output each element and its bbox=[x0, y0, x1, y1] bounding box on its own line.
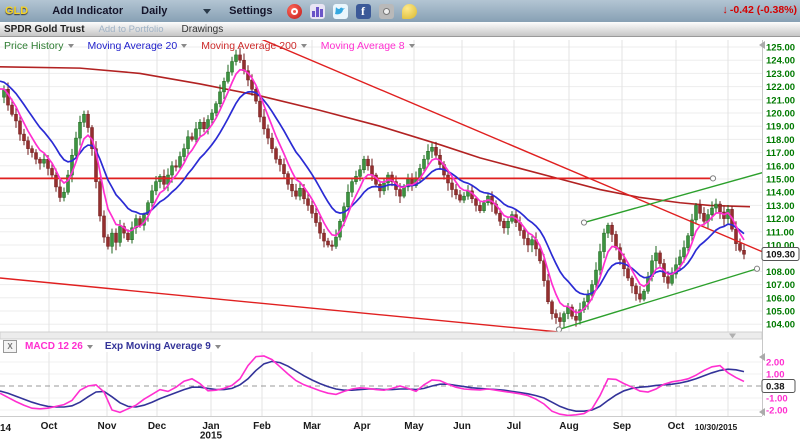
svg-text:117.00: 117.00 bbox=[766, 148, 795, 159]
legend-moving-average-8[interactable]: Moving Average 8 bbox=[321, 40, 415, 52]
camera-icon[interactable] bbox=[379, 4, 394, 19]
chevron-down-icon bbox=[301, 44, 307, 48]
svg-text:Feb: Feb bbox=[253, 421, 271, 432]
facebook-icon[interactable]: f bbox=[356, 4, 371, 19]
svg-text:113.00: 113.00 bbox=[766, 201, 795, 212]
add-indicator-button[interactable]: Add Indicator bbox=[52, 5, 123, 17]
last-price-badge: 109.30 bbox=[762, 248, 799, 261]
alert-icon[interactable] bbox=[287, 4, 302, 19]
svg-text:Jul: Jul bbox=[507, 421, 522, 432]
settings-button[interactable]: Settings bbox=[229, 5, 272, 17]
gridlines bbox=[0, 40, 762, 416]
chevron-down-icon bbox=[181, 44, 187, 48]
svg-text:109.30: 109.30 bbox=[766, 250, 795, 261]
svg-text:119.00: 119.00 bbox=[766, 122, 795, 133]
interval-value: Daily bbox=[141, 5, 167, 17]
change-value: -0.42 (-0.38%) bbox=[730, 4, 797, 16]
svg-text:115.00: 115.00 bbox=[766, 175, 795, 186]
svg-text:112.00: 112.00 bbox=[766, 214, 795, 225]
close-icon[interactable]: X bbox=[3, 340, 17, 353]
macd-value-badge: 0.38 bbox=[762, 380, 795, 393]
svg-text:Nov: Nov bbox=[98, 421, 117, 432]
chat-icon[interactable] bbox=[402, 4, 417, 19]
price-and-macd-chart[interactable]: 104.00105.00106.00107.00108.00110.00111.… bbox=[0, 0, 800, 440]
svg-text:114.00: 114.00 bbox=[766, 188, 795, 199]
legend-price-history[interactable]: Price History bbox=[4, 40, 74, 52]
svg-text:111.00: 111.00 bbox=[766, 227, 794, 238]
svg-text:Oct: Oct bbox=[41, 421, 58, 432]
down-arrow-icon: ↓ bbox=[722, 4, 728, 16]
price-change: ↓-0.42 (-0.38%) bbox=[722, 4, 797, 16]
chart-scrollbar[interactable] bbox=[0, 332, 762, 339]
macd-panel-header: X MACD 12 26 Exp Moving Average 9 bbox=[3, 340, 223, 353]
chevron-down-icon bbox=[68, 44, 74, 48]
svg-text:105.00: 105.00 bbox=[766, 307, 795, 318]
svg-text:Aug: Aug bbox=[559, 421, 578, 432]
charting-application: 104.00105.00106.00107.00108.00110.00111.… bbox=[0, 0, 800, 440]
svg-text:104.00: 104.00 bbox=[766, 320, 795, 331]
svg-text:Dec: Dec bbox=[148, 421, 167, 432]
svg-text:0.38: 0.38 bbox=[766, 382, 785, 393]
toolbar: GLD Add Indicator Daily Settings f ↓-0.4… bbox=[0, 0, 800, 23]
chevron-down-icon bbox=[87, 345, 93, 349]
chevron-down-icon bbox=[203, 9, 211, 14]
svg-text:108.00: 108.00 bbox=[766, 267, 795, 278]
candlestick-series bbox=[3, 48, 746, 328]
add-to-portfolio-button[interactable]: Add to Portfolio bbox=[99, 24, 164, 35]
svg-text:Apr: Apr bbox=[353, 421, 370, 432]
chevron-down-icon bbox=[409, 44, 415, 48]
svg-text:Sep: Sep bbox=[613, 421, 631, 432]
chevron-down-icon bbox=[215, 345, 221, 349]
drawings-tab[interactable]: Drawings bbox=[182, 24, 224, 35]
svg-text:118.00: 118.00 bbox=[766, 135, 795, 146]
svg-text:116.00: 116.00 bbox=[766, 161, 795, 172]
symbol-subheader: SPDR Gold Trust Add to Portfolio Drawing… bbox=[0, 22, 800, 37]
svg-text:124.00: 124.00 bbox=[766, 56, 795, 67]
instrument-title: SPDR Gold Trust bbox=[4, 24, 85, 35]
svg-text:121.00: 121.00 bbox=[766, 95, 795, 106]
interval-dropdown[interactable]: Daily bbox=[141, 5, 211, 17]
svg-text:10/30/2015: 10/30/2015 bbox=[695, 422, 738, 432]
bar-chart-icon[interactable] bbox=[310, 4, 325, 19]
twitter-icon[interactable] bbox=[333, 4, 348, 19]
svg-text:Jun: Jun bbox=[453, 421, 471, 432]
svg-text:123.00: 123.00 bbox=[766, 69, 795, 80]
svg-text:107.00: 107.00 bbox=[766, 280, 795, 291]
indicator-legend: Price History Moving Average 20 Moving A… bbox=[4, 40, 429, 52]
svg-text:125.00: 125.00 bbox=[766, 43, 795, 54]
svg-text:2.00: 2.00 bbox=[766, 358, 785, 369]
svg-text:106.00: 106.00 bbox=[766, 293, 795, 304]
svg-text:120.00: 120.00 bbox=[766, 109, 795, 120]
svg-text:122.00: 122.00 bbox=[766, 82, 795, 93]
svg-text:-2.00: -2.00 bbox=[766, 406, 788, 417]
legend-moving-average-20[interactable]: Moving Average 20 bbox=[88, 40, 188, 52]
svg-text:14: 14 bbox=[0, 423, 12, 434]
svg-text:May: May bbox=[404, 421, 424, 432]
svg-text:Mar: Mar bbox=[303, 421, 321, 432]
svg-text:Oct: Oct bbox=[668, 421, 685, 432]
legend-exp-moving-average-9[interactable]: Exp Moving Average 9 bbox=[105, 341, 221, 352]
svg-text:1.00: 1.00 bbox=[766, 370, 785, 381]
svg-text:-1.00: -1.00 bbox=[766, 394, 788, 405]
time-axis: OctNovDecJanFebMarAprMayJunJulAugSepOct2… bbox=[0, 421, 738, 440]
legend-macd[interactable]: MACD 12 26 bbox=[25, 341, 93, 352]
symbol-label: GLD bbox=[5, 5, 28, 17]
macd-series bbox=[0, 356, 762, 415]
svg-text:2015: 2015 bbox=[200, 431, 223, 440]
legend-moving-average-200[interactable]: Moving Average 200 bbox=[201, 40, 307, 52]
